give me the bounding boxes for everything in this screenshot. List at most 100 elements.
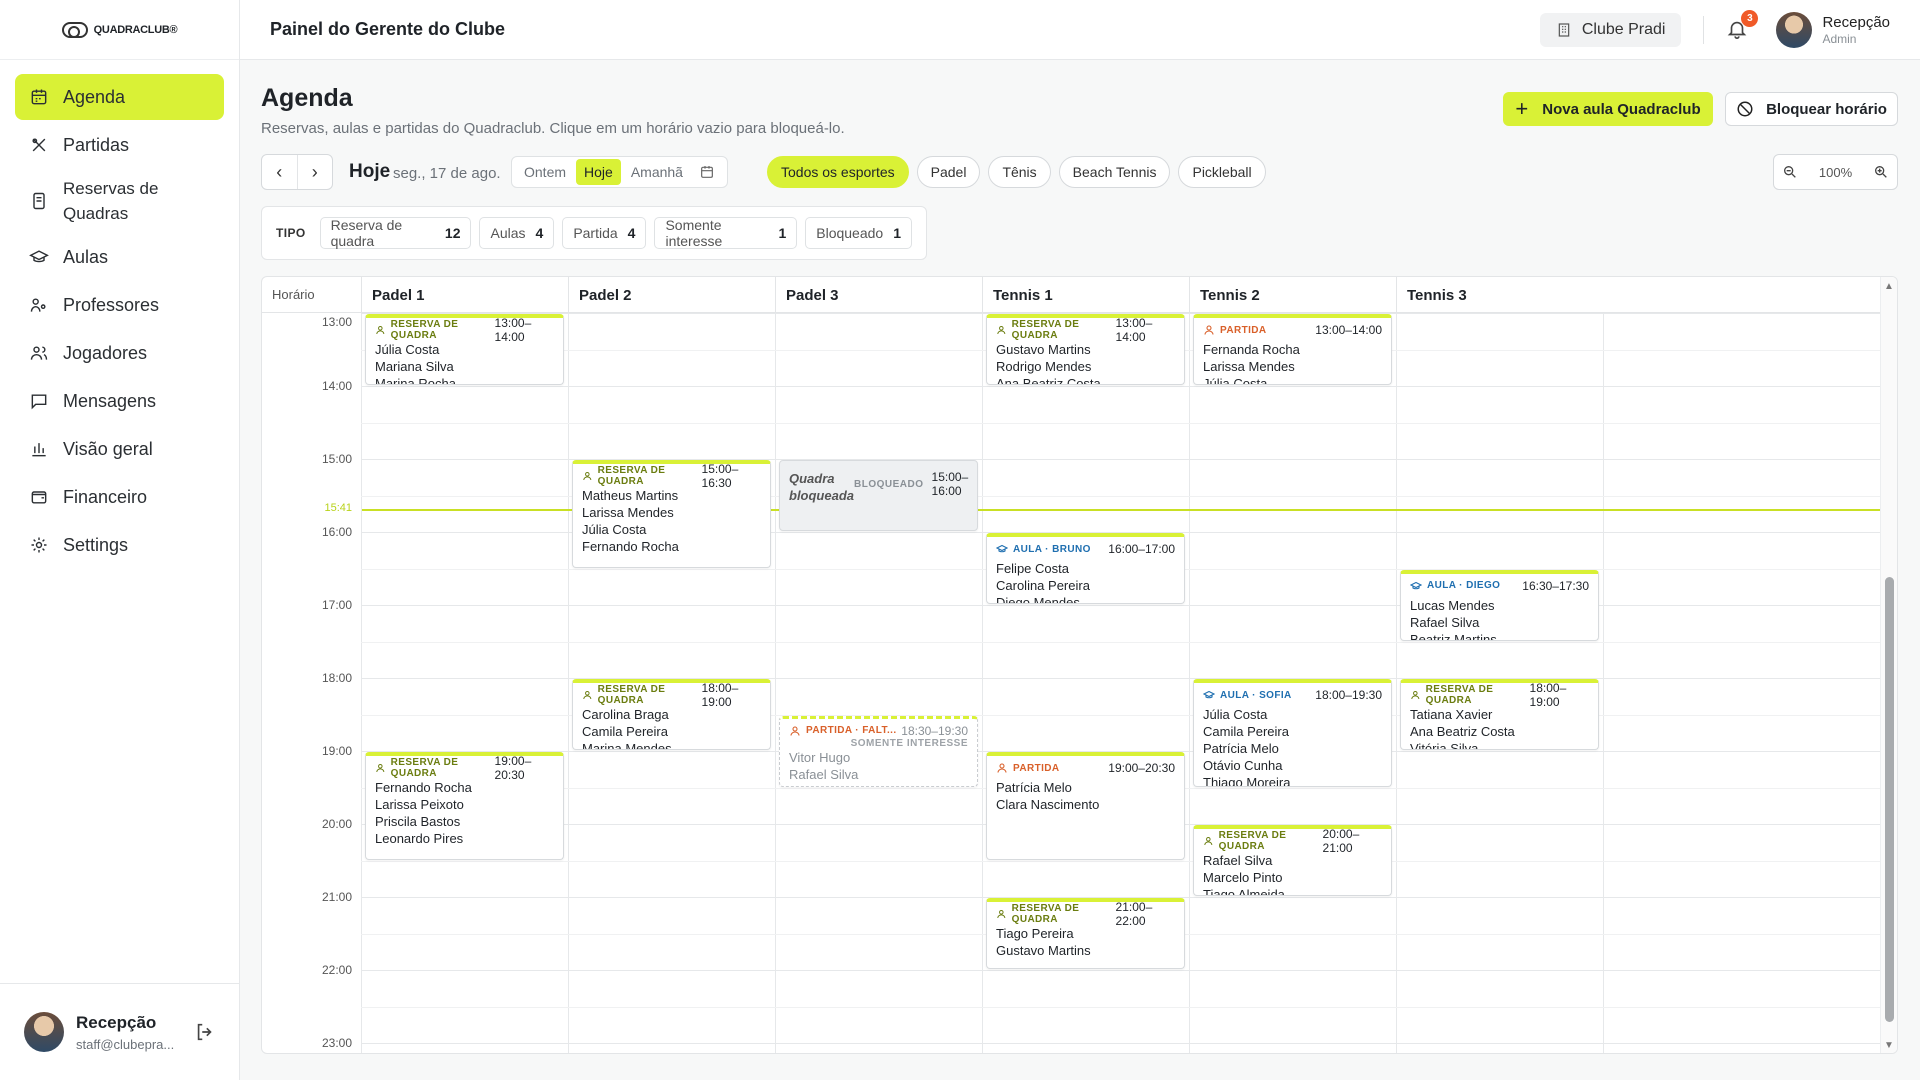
reserva-event-card[interactable]: RESERVA DE QUADRA 15:00–16:30 Matheus Mart… (572, 460, 771, 568)
building-icon (1558, 22, 1570, 37)
reserva-event-card[interactable]: RESERVA DE QUADRA 21:00–22:00 Tiago Pereir… (986, 898, 1185, 969)
agenda-toolbar: ‹ › Hoje seg., 17 de ago. Ontem Hoje Ama… (261, 154, 1898, 190)
event-participant: Rafael Silva (789, 766, 859, 782)
hour-line (361, 605, 1882, 606)
club-name: Clube Pradi (1581, 20, 1666, 38)
sidebar-item-settings[interactable]: Settings (15, 522, 224, 568)
day-today[interactable]: Hoje (576, 159, 621, 185)
event-participant: Marina Mendes (582, 741, 672, 750)
graduation-icon (1203, 690, 1215, 699)
sidebar-item-visao-geral[interactable]: Visão geral (15, 426, 224, 472)
event-time: 13:00–14:00 (1115, 316, 1153, 344)
type-filter-label: Partida (573, 225, 618, 241)
event-time: 13:00–14:00 (494, 316, 532, 344)
type-filter-chip[interactable]: Somente interesse 1 (654, 217, 798, 249)
day-yesterday[interactable]: Ontem (516, 159, 574, 185)
partida-event-card[interactable]: PARTIDA 19:00–20:30 Patrícia Melo Clara Nas… (986, 752, 1185, 860)
sidebar-item-label: Partidas (63, 134, 130, 155)
reserva-event-card[interactable]: RESERVA DE QUADRA 18:00–19:00 Tatiana Xavi… (1400, 679, 1599, 750)
event-participant: Fernando Rocha (582, 539, 679, 554)
reserva-event-card[interactable]: RESERVA DE QUADRA 19:00–20:30 Fernando Roc… (365, 752, 564, 860)
event-time: 13:00–14:00 (1315, 323, 1382, 337)
sidebar-footer: Recepção staff@clubepra... (0, 983, 240, 1080)
reserva-event-card[interactable]: RESERVA DE QUADRA 18:00–19:00 Carolina Bra… (572, 679, 771, 750)
sport-filter-2[interactable]: Tênis (988, 156, 1051, 188)
event-kind: RESERVA DE QUADRA (390, 757, 459, 779)
schedule-body[interactable]: 13:00 14:00 15:00 16:00 17:00 18:00 19:00 20:00… (262, 313, 1882, 1053)
event-participant: Júlia Costa (1203, 376, 1268, 385)
sport-filter-0[interactable]: Todos os esportes (767, 156, 909, 188)
event-participant: Camila Pereira (1203, 724, 1289, 739)
sport-filter-1[interactable]: Padel (916, 156, 981, 188)
type-filter-chip[interactable]: Partida 4 (562, 217, 647, 249)
graduation-icon (996, 544, 1008, 553)
avatar[interactable] (24, 1012, 64, 1052)
sport-filter-3[interactable]: Beach Tennis (1058, 156, 1171, 188)
type-filter-chip[interactable]: Reserva de quadra 12 (319, 217, 472, 249)
blocked-slot-card[interactable]: Quadra bloqueada BLOQUEADO 15:00–16:00 (779, 460, 978, 531)
block-slot-button[interactable]: Bloquear horário (1725, 92, 1898, 126)
notifications-button[interactable]: 3 (1726, 9, 1759, 42)
sidebar: QUADRACLUB® Agenda Partidas Reservas de Qu… (0, 0, 240, 1080)
sidebar-item-professores[interactable]: Professores (15, 282, 224, 328)
block-icon (1737, 101, 1753, 117)
hour-label: 17:00 (321, 598, 352, 612)
scrollbar-thumb[interactable] (1885, 577, 1894, 1022)
event-participant: Carolina Pereira (789, 783, 968, 786)
day-tomorrow[interactable]: Amanhã (623, 159, 691, 185)
logout-icon[interactable] (194, 1021, 216, 1043)
sidebar-item-financeiro[interactable]: Financeiro (15, 474, 224, 520)
prev-day-button[interactable]: ‹ (262, 155, 298, 189)
sport-filter-4[interactable]: Pickleball (1178, 156, 1266, 188)
new-class-button[interactable]: + Nova aula Quadraclub (1503, 92, 1713, 126)
reserva-event-card[interactable]: RESERVA DE QUADRA 13:00–14:00 Gustavo Mart… (986, 314, 1185, 385)
scroll-up-icon[interactable]: ▲ (1884, 281, 1894, 292)
event-participant: Diego Mendes (996, 595, 1080, 604)
court-header: Tennis 3 (1396, 277, 1603, 313)
calendar-picker-icon[interactable] (699, 164, 715, 180)
type-filter-chip[interactable]: Bloqueado 1 (805, 217, 912, 249)
column-divider (1396, 313, 1397, 1053)
aula-event-card[interactable]: AULA · DIEGO 16:30–17:30 Lucas Mendes Rafae… (1400, 569, 1599, 641)
user-name: Recepção (1822, 13, 1890, 31)
scrollbar[interactable]: ▲ ▼ (1880, 277, 1897, 1053)
sidebar-item-partidas[interactable]: Partidas (15, 122, 224, 168)
event-participant: Larissa Peixoto (375, 797, 464, 812)
scroll-down-icon[interactable]: ▼ (1884, 1040, 1894, 1051)
logo[interactable]: QUADRACLUB® (0, 0, 239, 60)
sidebar-item-reservas-de-quadras[interactable]: Reservas de Quadras (15, 170, 224, 232)
type-filter-chip[interactable]: Aulas 4 (479, 217, 555, 249)
event-participant: Camila Pereira (582, 724, 668, 739)
block-slot-label: Bloquear horário (1766, 100, 1887, 118)
sidebar-item-mensagens[interactable]: Mensagens (15, 378, 224, 424)
person-icon (997, 763, 1007, 773)
zoom-in-icon[interactable] (1873, 164, 1889, 180)
schedule-grid: Horário Padel 1 Padel 2 Padel 3 Tennis 1 Ten… (261, 276, 1898, 1054)
user-menu[interactable]: Recepção Admin (1776, 11, 1890, 48)
sidebar-item-aulas[interactable]: Aulas (15, 234, 224, 280)
type-filter-count: 1 (778, 225, 787, 241)
sidebar-item-agenda[interactable]: Agenda (15, 74, 224, 120)
aula-event-card[interactable]: AULA · SOFIA 18:00–19:30 Júlia Costa Camila… (1193, 679, 1392, 787)
type-filter-label: Aulas (490, 225, 526, 241)
event-time: 18:00–19:00 (1529, 681, 1567, 709)
reserva-event-card[interactable]: RESERVA DE QUADRA 20:00–21:00 Rafael Silva… (1193, 825, 1392, 896)
reserva-event-card[interactable]: RESERVA DE QUADRA 13:00–14:00 Júlia Costa M… (365, 314, 564, 385)
sidebar-item-jogadores[interactable]: Jogadores (15, 330, 224, 376)
event-time: 19:00–20:30 (1108, 761, 1175, 775)
next-day-button[interactable]: › (298, 155, 333, 189)
zoom-out-icon[interactable] (1782, 164, 1798, 180)
event-participant: Fernanda Rocha (1203, 342, 1300, 357)
logo-text: QUADRACLUB® (93, 23, 178, 36)
chevron-right-icon: › (311, 161, 318, 182)
hour-line (361, 970, 1882, 971)
event-participant: Tiago Almeida (1203, 887, 1285, 896)
hour-label: 19:00 (321, 744, 352, 758)
blocked-tag: BLOQUEADO (854, 478, 924, 490)
hour-label: 22:00 (321, 963, 352, 977)
interest-event-card[interactable]: PARTIDA · FALT... 18:30–19:30 SOMENTE INTE… (779, 715, 978, 787)
type-filter-label: Bloqueado (816, 225, 884, 241)
aula-event-card[interactable]: AULA · BRUNO 16:00–17:00 Felipe Costa Carol… (986, 533, 1185, 604)
club-selector-button[interactable]: Clube Pradi (1539, 12, 1682, 47)
partida-event-card[interactable]: PARTIDA 13:00–14:00 Fernanda Rocha Larissa … (1193, 314, 1392, 385)
